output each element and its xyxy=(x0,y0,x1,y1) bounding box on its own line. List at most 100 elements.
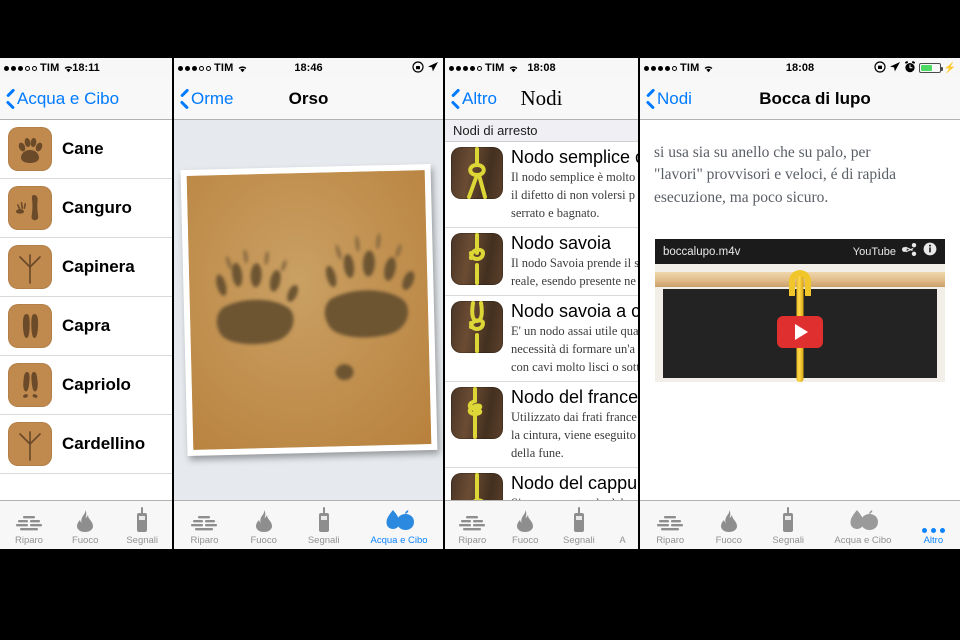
tab-fuoco[interactable]: Fuoco xyxy=(58,507,112,549)
shelter-icon xyxy=(457,507,487,533)
tab-fuoco[interactable]: Fuoco xyxy=(235,507,292,549)
list-item[interactable]: Nodo semplice c Il nodo semplice è molto… xyxy=(445,142,638,228)
tab-acqua-e-cibo[interactable]: Acqua e Cibo xyxy=(355,507,443,549)
tab-label: Altro xyxy=(923,535,944,546)
charging-bolt-icon: ⚡ xyxy=(943,62,956,74)
back-button-label: Orme xyxy=(191,88,234,108)
tab-bar: Riparo Fuoco Segnali xyxy=(174,500,443,549)
list-item-text: Nodo savoia Il nodo Savoia prende il s r… xyxy=(511,233,638,290)
tab-fuoco[interactable]: Fuoco xyxy=(700,507,757,549)
tab-acqua-e-cibo[interactable]: A xyxy=(607,507,638,549)
tab-acqua-e-cibo[interactable]: Acqua e Cibo xyxy=(819,507,906,549)
article-content: si usa sia su anello che su palo, per "l… xyxy=(640,120,960,500)
tab-fuoco[interactable]: Fuoco xyxy=(500,507,551,549)
tab-label: Riparo xyxy=(14,535,43,546)
photo-image xyxy=(186,170,431,450)
list-item[interactable]: Nodo savoia Il nodo Savoia prende il s r… xyxy=(445,228,638,296)
animal-list[interactable]: Cane Canguro Capinera Capra Capriolo Car… xyxy=(0,120,172,500)
article-paragraph: si usa sia su anello che su palo, per "l… xyxy=(654,142,946,209)
tab-segnali[interactable]: Segnali xyxy=(757,507,819,549)
list-item-title: Nodo savoia a cir xyxy=(511,301,638,321)
back-button[interactable]: Nodi xyxy=(646,89,692,109)
youtube-play-button-icon[interactable] xyxy=(777,316,823,349)
back-button[interactable]: Acqua e Cibo xyxy=(6,89,119,109)
back-button[interactable]: Orme xyxy=(180,89,234,109)
list-item-desc-line: serrato e bagnato. xyxy=(511,206,600,220)
battery-charging-icon xyxy=(918,63,943,73)
fire-icon xyxy=(716,507,742,533)
tab-label: Segnali xyxy=(307,535,340,546)
list-item[interactable]: Canguro xyxy=(0,179,172,238)
tab-riparo[interactable]: Riparo xyxy=(174,507,235,549)
rope-loop xyxy=(789,270,811,297)
share-icon[interactable] xyxy=(902,242,917,261)
goat-hoof-print-icon xyxy=(8,304,52,348)
dog-paw-print-icon xyxy=(8,127,52,171)
radio-icon xyxy=(315,507,333,533)
chevron-left-icon xyxy=(451,91,460,107)
status-left: TIM xyxy=(4,62,74,74)
tab-segnali[interactable]: Segnali xyxy=(112,507,172,549)
photo-viewer[interactable] xyxy=(174,120,443,500)
info-icon[interactable] xyxy=(923,242,937,261)
back-button-label: Acqua e Cibo xyxy=(17,88,120,108)
carrier-name: TIM xyxy=(680,62,700,74)
status-right xyxy=(412,60,439,76)
tab-label: Fuoco xyxy=(511,535,539,546)
tab-label: Fuoco xyxy=(71,535,99,546)
status-bar: TIM 18:11 xyxy=(0,58,172,78)
list-item-label: Capriolo xyxy=(62,375,131,394)
article-line: "lavori" provvisori e veloci, é di rapid… xyxy=(654,166,897,184)
list-item[interactable]: Capriolo xyxy=(0,356,172,415)
list-item[interactable]: Nodo del cappu Si esegue partendo dal no… xyxy=(445,468,638,500)
list-item-label: Capinera xyxy=(62,257,135,276)
knot-list[interactable]: Nodi di arresto Nodo semplice c Il nodo … xyxy=(445,120,638,500)
list-item-desc-line: reale, esendo presente ne xyxy=(511,274,636,288)
chevron-left-icon xyxy=(6,91,15,107)
list-item[interactable]: Capinera xyxy=(0,238,172,297)
radio-icon xyxy=(779,507,797,533)
shelter-icon xyxy=(14,507,44,533)
tab-altro[interactable]: Altro xyxy=(907,507,960,549)
list-item[interactable]: Nodo savoia a cir E' un nodo assai utile… xyxy=(445,296,638,382)
list-item-desc-line: E' un nodo assai utile qua xyxy=(511,324,638,338)
list-item-desc-line: della fune. xyxy=(511,446,564,460)
knot-photo-icon xyxy=(451,387,503,439)
water-drop-apple-icon xyxy=(845,507,881,533)
video-frame[interactable] xyxy=(655,264,945,383)
tab-label: Fuoco xyxy=(715,535,742,546)
list-item-label: Canguro xyxy=(62,198,132,217)
video-player[interactable]: boccalupo.m4v YouTube xyxy=(655,239,945,383)
list-item-text: Nodo savoia a cir E' un nodo assai utile… xyxy=(511,301,638,376)
tab-riparo[interactable]: Riparo xyxy=(640,507,700,549)
status-right: ⚡ xyxy=(873,60,956,76)
more-dots-icon xyxy=(921,507,945,533)
list-item-desc-line: con cavi molto lisci o sott xyxy=(511,360,638,374)
video-header: boccalupo.m4v YouTube xyxy=(655,239,945,265)
water-drop-apple-icon xyxy=(381,507,417,533)
tab-riparo[interactable]: Riparo xyxy=(0,507,58,549)
wifi-icon xyxy=(703,64,714,73)
list-item[interactable]: Capra xyxy=(0,297,172,356)
list-item-text: Nodo semplice c Il nodo semplice è molto… xyxy=(511,147,638,222)
list-item-title: Nodo savoia xyxy=(511,233,612,253)
list-item[interactable]: Nodo del france Utilizzato dai frati fra… xyxy=(445,382,638,468)
wifi-icon xyxy=(63,64,74,73)
tab-segnali[interactable]: Segnali xyxy=(551,507,607,549)
shelter-icon xyxy=(189,507,219,533)
list-item[interactable]: Cane xyxy=(0,120,172,179)
tab-label: Riparo xyxy=(190,535,219,546)
nav-bar: Orme Orso xyxy=(174,78,443,120)
tab-bar: Riparo Fuoco Segnali xyxy=(640,500,960,549)
list-item-desc-line: la cintura, viene eseguito xyxy=(511,428,636,442)
tab-riparo[interactable]: Riparo xyxy=(445,507,500,549)
bear-paw-prints-in-sand-photo xyxy=(180,163,437,457)
back-button[interactable]: Altro xyxy=(451,89,497,109)
list-item[interactable]: Cardellino xyxy=(0,415,172,474)
location-arrow-icon xyxy=(427,61,439,76)
tab-segnali[interactable]: Segnali xyxy=(292,507,355,549)
list-item-desc-line: Il nodo Savoia prende il s xyxy=(511,256,638,270)
deer-hoof-print-icon xyxy=(8,363,52,407)
list-item-title: Nodo del cappu xyxy=(511,473,638,493)
tab-label: Segnali xyxy=(126,535,159,546)
